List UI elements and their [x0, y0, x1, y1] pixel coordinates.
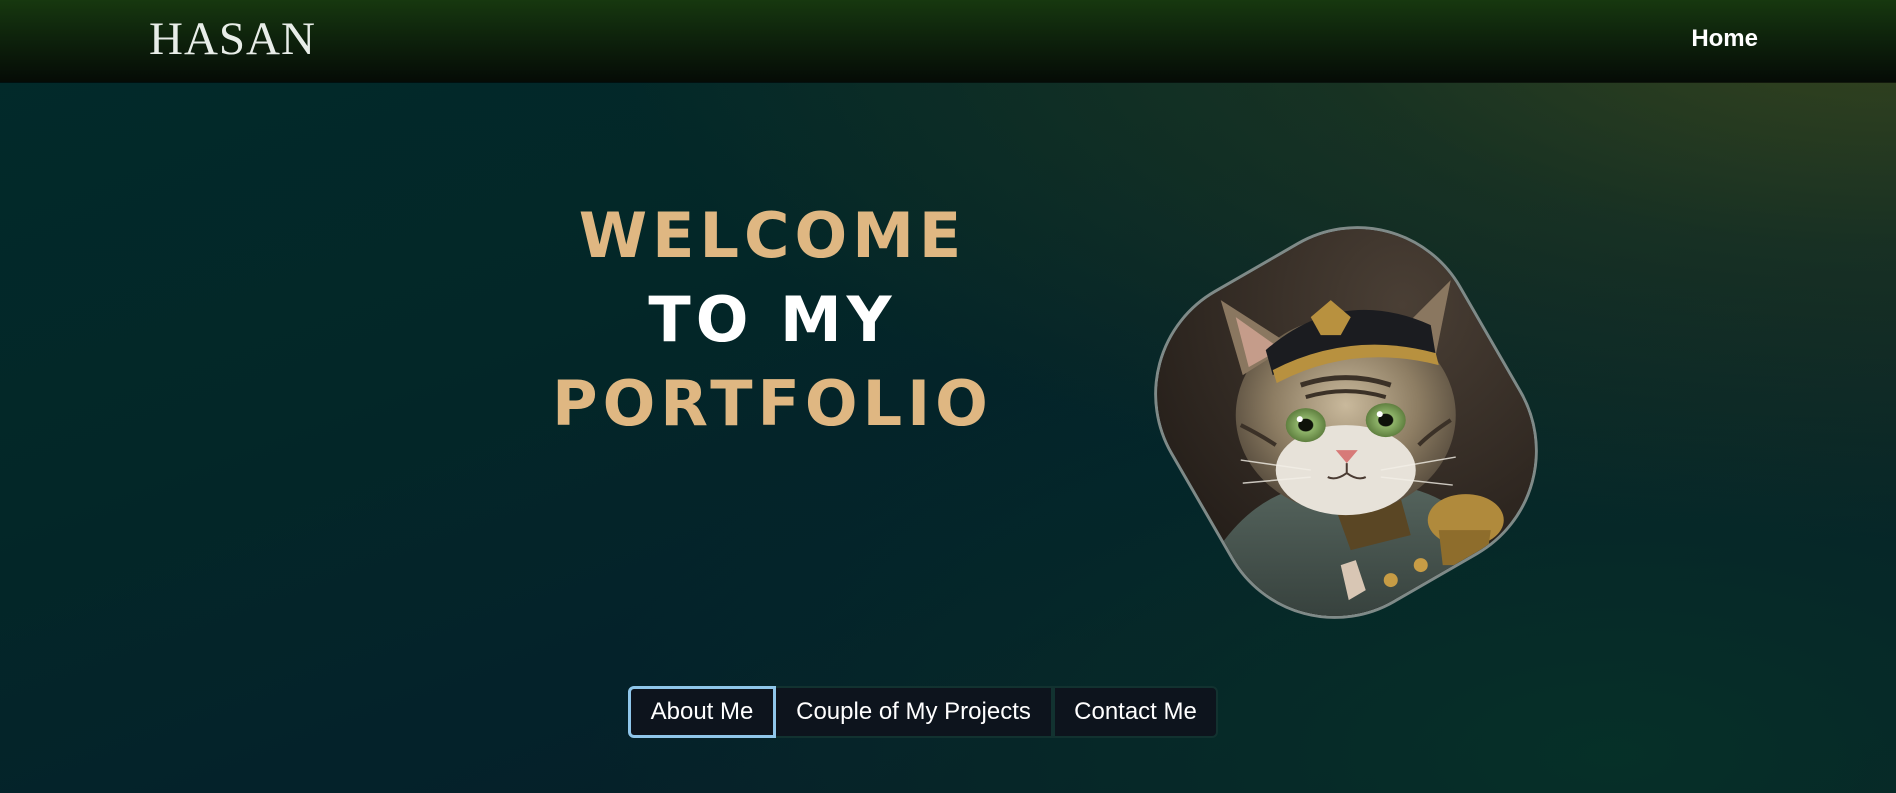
- nav-link-home[interactable]: Home: [1691, 27, 1758, 51]
- profile-portrait: [1110, 181, 1582, 663]
- brand-logo[interactable]: HASAN: [149, 16, 316, 63]
- projects-button[interactable]: Couple of My Projects: [776, 686, 1053, 738]
- hero-title-line-1: WELCOME: [578, 199, 967, 272]
- page: HASAN Home WELCOME TO MY PORTFOLIO About…: [0, 0, 1896, 793]
- hero-title-line-3: PORTFOLIO: [552, 367, 993, 440]
- section-button-group: About Me Couple of My Projects Contact M…: [628, 686, 1218, 738]
- hero-title: WELCOME TO MY PORTFOLIO: [500, 194, 1045, 446]
- about-me-button[interactable]: About Me: [628, 686, 776, 738]
- contact-me-button[interactable]: Contact Me: [1053, 686, 1218, 738]
- top-navbar: HASAN Home: [0, 0, 1896, 82]
- cat-portrait-image: [1110, 181, 1582, 663]
- hero-title-line-2: TO MY: [648, 283, 897, 356]
